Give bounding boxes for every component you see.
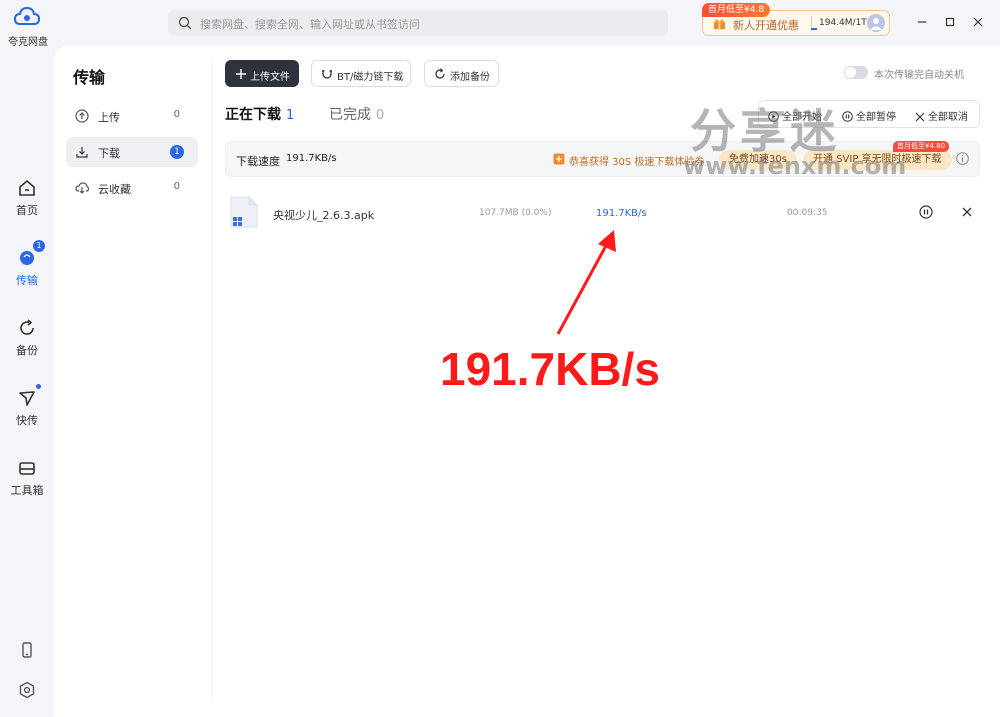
toolbox-icon bbox=[17, 458, 37, 478]
subnav-label: 云收藏 bbox=[98, 183, 131, 196]
bt-magnet-download-button[interactable]: BT/磁力链下载 bbox=[311, 60, 411, 87]
add-backup-label: 添加备份 bbox=[450, 72, 490, 83]
add-backup-button[interactable]: 添加备份 bbox=[424, 60, 499, 87]
rail-item-home[interactable]: 首页 bbox=[0, 178, 54, 218]
file-speed: 191.7KB/s bbox=[596, 208, 647, 219]
search-icon bbox=[178, 16, 192, 30]
tab-count: 1 bbox=[286, 108, 295, 123]
coupon-icon bbox=[553, 153, 565, 165]
rail-label: 快传 bbox=[16, 414, 38, 427]
cloud-download-icon bbox=[75, 182, 89, 194]
upload-icon bbox=[75, 109, 89, 123]
speed-label: 下载速度 bbox=[236, 155, 280, 168]
tab-completed[interactable]: 已完成 0 bbox=[329, 104, 384, 124]
quick-send-icon bbox=[17, 384, 41, 408]
upload-file-button[interactable]: 上传文件 bbox=[225, 60, 299, 87]
app-name: 夸克网盘 bbox=[8, 37, 48, 48]
pause-icon bbox=[842, 111, 853, 122]
subnav-label: 上传 bbox=[98, 111, 120, 124]
rail-item-quick-send[interactable]: 快传 bbox=[0, 384, 54, 428]
minimize-icon[interactable] bbox=[914, 14, 930, 30]
apk-file-icon bbox=[230, 196, 258, 228]
tab-label: 正在下载 bbox=[225, 107, 281, 123]
maximize-icon[interactable] bbox=[942, 14, 958, 30]
file-size-progress: 107.7MB (0.0%) bbox=[479, 208, 552, 218]
pause-all-label: 全部暂停 bbox=[856, 112, 896, 123]
refresh-icon bbox=[435, 68, 445, 79]
subnav-item-upload[interactable]: 上传 0 bbox=[66, 101, 198, 131]
transfer-icon: 1 bbox=[17, 240, 45, 268]
rail-label: 备份 bbox=[16, 344, 38, 357]
transfer-badge: 1 bbox=[33, 240, 45, 252]
phone-icon[interactable] bbox=[17, 640, 37, 660]
plus-icon bbox=[236, 69, 246, 79]
subnav-count: 0 bbox=[173, 109, 180, 120]
subnav-item-download[interactable]: 下载 1 bbox=[66, 137, 198, 167]
app-logo[interactable]: 夸克网盘 bbox=[8, 6, 48, 48]
close-icon bbox=[915, 112, 925, 122]
search-bar[interactable]: 搜索网盘、搜索全网、输入网址或从书签访问 bbox=[168, 10, 668, 36]
section-title: 传输 bbox=[73, 68, 106, 87]
quick-send-dot bbox=[36, 384, 41, 389]
watermark-url: www.fenxm.com bbox=[683, 152, 907, 180]
backup-icon bbox=[17, 318, 37, 338]
pause-icon[interactable] bbox=[919, 205, 933, 219]
rail-label: 首页 bbox=[16, 204, 38, 217]
gift-icon bbox=[713, 19, 726, 30]
home-icon bbox=[17, 178, 37, 198]
tab-downloading[interactable]: 正在下载 1 bbox=[225, 104, 294, 124]
tab-label: 已完成 bbox=[329, 107, 371, 123]
file-name: 央视少儿_2.6.3.apk bbox=[273, 209, 375, 222]
pause-all-button[interactable]: 全部暂停 bbox=[842, 108, 896, 123]
search-placeholder: 搜索网盘、搜索全网、输入网址或从书签访问 bbox=[200, 18, 420, 31]
rail-item-transfer[interactable]: 1 传输 bbox=[0, 240, 54, 288]
close-window-icon[interactable] bbox=[970, 14, 986, 30]
auto-shutdown-label: 本次传输完自动关机 bbox=[874, 70, 964, 81]
subnav-count-badge: 1 bbox=[170, 145, 184, 159]
time-remaining: 00:09:35 bbox=[787, 208, 828, 218]
subnav-count: 0 bbox=[173, 181, 180, 192]
close-icon[interactable] bbox=[960, 205, 974, 219]
rail-item-backup[interactable]: 备份 bbox=[0, 318, 54, 358]
tab-count: 0 bbox=[376, 108, 385, 123]
settings-icon[interactable] bbox=[17, 680, 37, 700]
column-divider bbox=[211, 60, 212, 700]
annotation-text: 191.7KB/s bbox=[440, 343, 660, 395]
quota-bar bbox=[811, 28, 817, 30]
cancel-all-button[interactable]: 全部取消 bbox=[915, 108, 968, 123]
avatar[interactable] bbox=[867, 14, 885, 32]
annotation-arrow-icon bbox=[556, 230, 616, 335]
promo-text: 新人开通优惠 bbox=[733, 19, 799, 32]
speed-value: 191.7KB/s bbox=[286, 153, 337, 164]
rail-label: 传输 bbox=[16, 274, 38, 287]
upload-file-label: 上传文件 bbox=[250, 72, 290, 83]
bt-magnet-label: BT/磁力链下载 bbox=[337, 72, 404, 83]
svip-price-tag: 首月低至¥4.80 bbox=[893, 141, 950, 152]
subnav-label: 下载 bbox=[98, 147, 120, 160]
rail-label: 工具箱 bbox=[10, 484, 44, 497]
auto-shutdown-toggle[interactable] bbox=[844, 66, 868, 79]
download-icon bbox=[76, 147, 88, 158]
left-rail: 夸克网盘 首页 1 传输 备份 快传 工具箱 bbox=[0, 0, 54, 717]
magnet-icon bbox=[322, 70, 332, 79]
cancel-all-label: 全部取消 bbox=[928, 112, 968, 123]
storage-quota: 194.4M/1T bbox=[819, 18, 867, 28]
cloud-logo-icon bbox=[13, 6, 41, 25]
rail-item-toolbox[interactable]: 工具箱 bbox=[0, 458, 54, 498]
promo-tag: 首月低至¥4.8 bbox=[702, 3, 771, 17]
info-icon[interactable] bbox=[956, 152, 969, 165]
subnav-item-cloud-favorites[interactable]: 云收藏 0 bbox=[66, 173, 198, 203]
